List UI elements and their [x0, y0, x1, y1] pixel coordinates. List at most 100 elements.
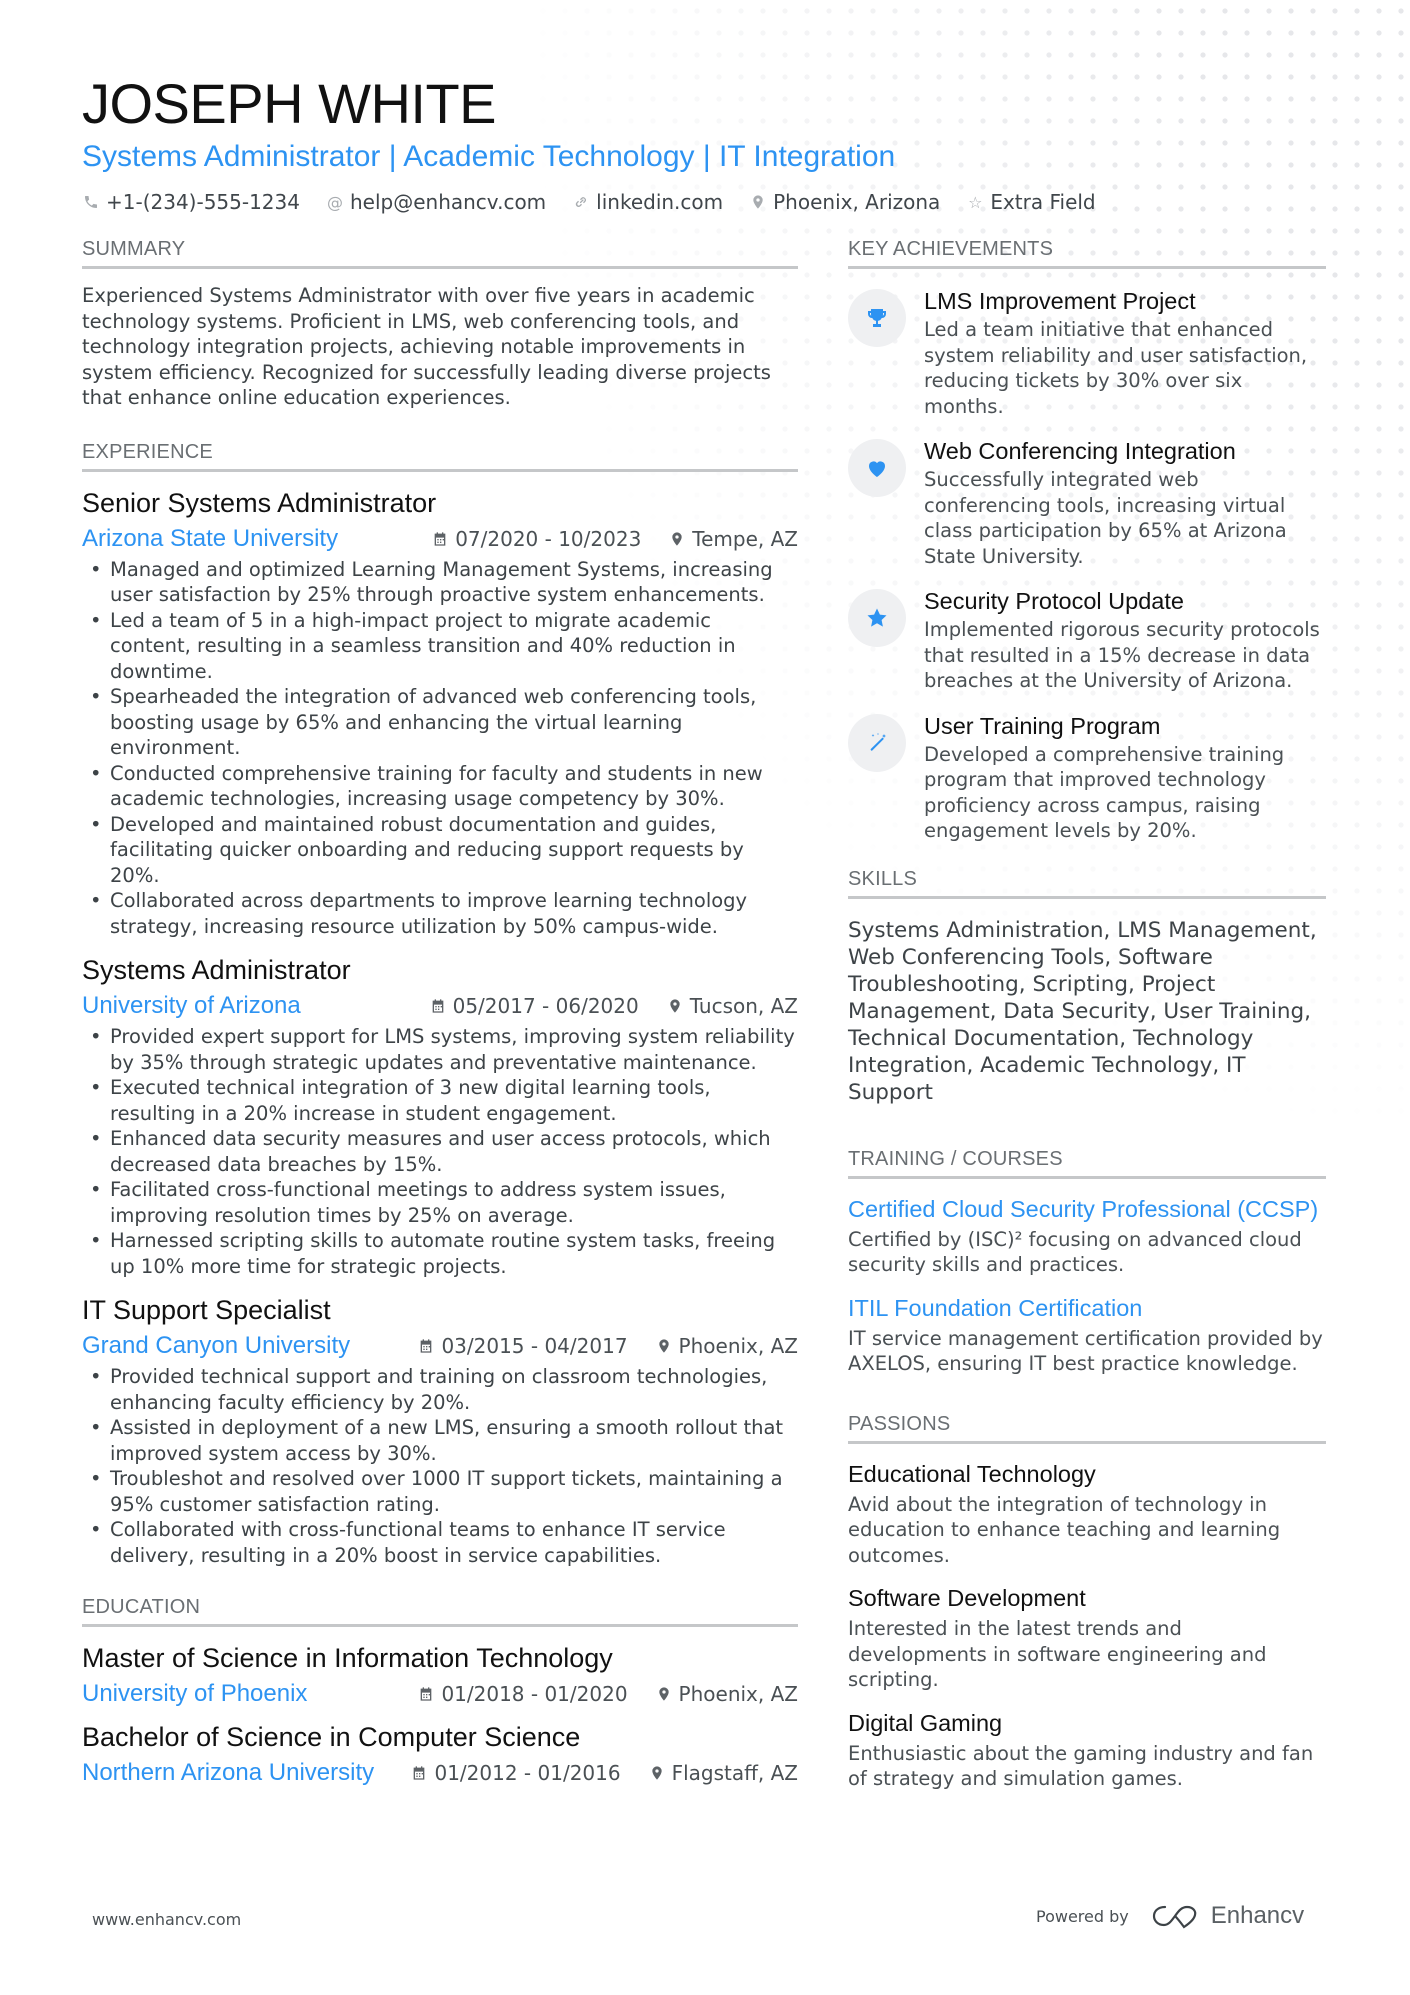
course-description: IT service management certification prov…: [848, 1326, 1323, 1376]
achievement-title: Security Protocol Update: [924, 588, 1184, 614]
bullet-item: Provided expert support for LMS systems,…: [82, 1024, 798, 1075]
contact-phone[interactable]: +1-(234)-555-1234: [82, 190, 300, 214]
achievement-title: LMS Improvement Project: [924, 288, 1196, 314]
course-item: ITIL Foundation Certification IT service…: [848, 1292, 1326, 1377]
bullet-item: Collaborated with cross-functional teams…: [82, 1517, 798, 1568]
company-link[interactable]: University of Arizona: [82, 992, 402, 1020]
degree-title: Master of Science in Information Technol…: [82, 1643, 613, 1673]
course-description: Certified by (ISC)² focusing on advanced…: [848, 1227, 1302, 1277]
achievement-item: Web Conferencing Integration Successfull…: [848, 435, 1326, 569]
contact-linkedin-text: linkedin.com: [596, 190, 724, 214]
magic-wand-icon: [848, 713, 906, 772]
bullet-item: Spearheaded the integration of advanced …: [82, 684, 798, 761]
company-link[interactable]: Grand Canyon University: [82, 1332, 390, 1360]
contact-email-text: help@enhancv.com: [349, 190, 547, 214]
achievement-item: User Training Program Developed a compre…: [848, 710, 1326, 844]
education-location: Flagstaff, AZ: [649, 1761, 798, 1785]
school-link[interactable]: Northern Arizona University: [82, 1759, 383, 1787]
location-icon: [749, 194, 767, 210]
contact-linkedin[interactable]: linkedin.com: [572, 190, 723, 214]
calendar-icon: [421, 1339, 432, 1353]
contact-row: +1-(234)-555-1234 @ help@enhancv.com lin…: [82, 190, 1332, 214]
bullet-item: Led a team of 5 in a high-impact project…: [82, 608, 798, 685]
calendar-icon: [414, 1766, 425, 1780]
job-title: Senior Systems Administrator: [82, 487, 437, 518]
contact-location: Phoenix, Arizona: [749, 190, 940, 214]
bullet-item: Executed technical integration of 3 new …: [82, 1075, 798, 1126]
bullet-item: Harnessed scripting skills to automate r…: [82, 1228, 798, 1279]
footer-website-link[interactable]: www.enhancv.com: [92, 1910, 241, 1929]
section-title-education: EDUCATION: [82, 1594, 798, 1627]
job-bullets: Managed and optimized Learning Managemen…: [82, 557, 798, 940]
enhancv-logo-icon: [1152, 1905, 1197, 1929]
enhancv-brand-text: Enhancv: [1210, 1902, 1305, 1929]
heart-icon: [848, 439, 906, 497]
job-title: Systems Administrator: [82, 955, 351, 985]
footer-powered-by[interactable]: Powered by Enhancv: [1036, 1902, 1304, 1930]
calendar-icon: [421, 1687, 432, 1701]
experience-entry: Systems Administrator University of Ariz…: [82, 953, 798, 1279]
bullet-item: Assisted in deployment of a new LMS, ens…: [82, 1415, 798, 1466]
achievement-item: Security Protocol Update Implemented rig…: [848, 585, 1326, 694]
section-title-summary: SUMMARY: [82, 236, 798, 269]
section-title-experience: EXPERIENCE: [82, 439, 798, 472]
candidate-name: JOSEPH WHITE: [82, 72, 497, 135]
achievement-description: Developed a comprehensive training progr…: [924, 742, 1285, 843]
achievement-body: LMS Improvement Project Led a team initi…: [924, 285, 1326, 419]
education-dates-text: 01/2018 - 01/2020: [441, 1682, 628, 1706]
course-title[interactable]: Certified Cloud Security Professional (C…: [848, 1193, 1326, 1225]
achievement-body: Security Protocol Update Implemented rig…: [924, 585, 1326, 694]
job-location-text: Phoenix, AZ: [678, 1334, 798, 1358]
job-meta: Arizona State University 07/2020 - 10/20…: [82, 523, 798, 555]
passion-item: Digital Gaming Enthusiastic about the ga…: [848, 1707, 1326, 1792]
job-bullets: Provided expert support for LMS systems,…: [82, 1024, 798, 1279]
at-icon: @: [326, 192, 343, 212]
job-meta: Grand Canyon University 03/2015 - 04/201…: [82, 1330, 798, 1362]
bullet-item: Facilitated cross-functional meetings to…: [82, 1177, 798, 1228]
location-icon: [658, 1687, 669, 1701]
job-location-text: Tucson, AZ: [689, 994, 798, 1018]
degree-title: Bachelor of Science in Computer Science: [82, 1722, 581, 1752]
job-location-text: Tempe, AZ: [692, 526, 798, 551]
job-title: IT Support Specialist: [82, 1295, 331, 1325]
bullet-item: Troubleshot and resolved over 1000 IT su…: [82, 1466, 798, 1517]
section-title-key-achievements: KEY ACHIEVEMENTS: [848, 236, 1326, 269]
education-location: Phoenix, AZ: [656, 1682, 798, 1706]
job-dates-text: 03/2015 - 04/2017: [441, 1334, 628, 1358]
link-icon: [572, 194, 590, 210]
passion-title: Software Development: [848, 1585, 1086, 1611]
education-dates: 01/2012 - 01/2016: [411, 1761, 621, 1785]
location-icon: [651, 1766, 662, 1780]
achievement-description: Implemented rigorous security protocols …: [924, 618, 1320, 692]
bullet-item: Provided technical support and training …: [82, 1364, 798, 1415]
passion-item: Educational Technology Avid about the in…: [848, 1458, 1326, 1569]
contact-location-text: Phoenix, Arizona: [773, 190, 941, 214]
experience-entry: IT Support Specialist Grand Canyon Unive…: [82, 1293, 798, 1568]
company-link[interactable]: Arizona State University: [82, 525, 404, 553]
passion-description: Avid about the integration of technology…: [848, 1492, 1281, 1567]
contact-email[interactable]: @ help@enhancv.com: [326, 190, 546, 214]
section-title-passions: PASSIONS: [848, 1411, 1326, 1444]
star-icon: [848, 589, 906, 647]
passion-item: Software Development Interested in the l…: [848, 1582, 1326, 1693]
resume-header: JOSEPH WHITE Systems Administrator | Aca…: [82, 72, 1332, 214]
job-bullets: Provided technical support and training …: [82, 1364, 798, 1568]
education-entry: Master of Science in Information Technol…: [82, 1641, 798, 1710]
job-dates: 03/2015 - 04/2017: [418, 1334, 628, 1358]
contact-extra-field: ☆ Extra Field: [966, 190, 1095, 214]
education-location-text: Phoenix, AZ: [678, 1682, 798, 1706]
bullet-item: Enhanced data security measures and user…: [82, 1126, 798, 1177]
location-icon: [672, 531, 682, 546]
school-link[interactable]: University of Phoenix: [82, 1680, 390, 1708]
enhancv-logo[interactable]: Enhancv: [1151, 1902, 1304, 1930]
job-dates-text: 07/2020 - 10/2023: [455, 526, 642, 551]
job-dates: 07/2020 - 10/2023: [432, 527, 641, 551]
job-location: Tucson, AZ: [667, 994, 798, 1018]
achievement-item: LMS Improvement Project Led a team initi…: [848, 285, 1326, 419]
calendar-icon: [432, 999, 443, 1013]
skills-text: Systems Administration, LMS Management, …: [848, 917, 1317, 1105]
achievement-body: Web Conferencing Integration Successfull…: [924, 435, 1326, 569]
passion-title: Educational Technology: [848, 1460, 1096, 1487]
course-title[interactable]: ITIL Foundation Certification: [848, 1292, 1326, 1324]
experience-entry: Senior Systems Administrator Arizona Sta…: [82, 486, 798, 940]
